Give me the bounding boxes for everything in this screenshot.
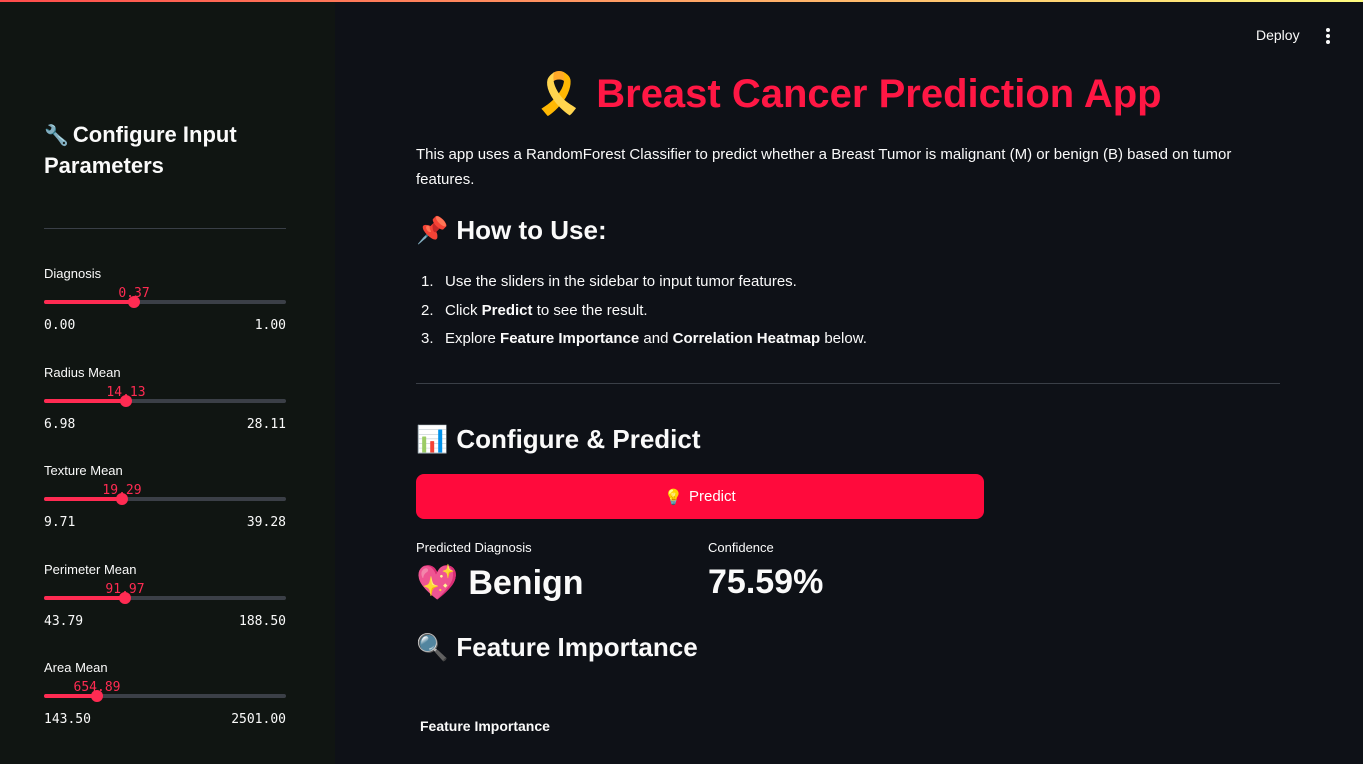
slider-label: Radius Mean — [44, 365, 121, 380]
predict-button-label: Predict — [689, 488, 736, 505]
step-text: Explore — [445, 330, 501, 347]
lightbulb-icon: 💡 — [664, 488, 683, 506]
slider-min: 6.98 — [44, 417, 76, 432]
slider-label: Perimeter Mean — [44, 562, 137, 577]
slider-max: 28.11 — [246, 417, 286, 432]
confidence-label: Confidence — [708, 540, 774, 555]
kebab-menu-icon[interactable] — [1320, 26, 1336, 46]
slider-max: 188.50 — [239, 614, 286, 629]
step-bold-text: Feature Importance — [500, 330, 640, 347]
slider-thumb[interactable] — [119, 592, 131, 604]
how-to-heading-text: How to Use: — [456, 215, 607, 245]
slider-fill — [44, 497, 122, 501]
slider-thumb[interactable] — [91, 690, 103, 702]
diagnosis-metric: Predicted Diagnosis 💖 Benign — [416, 540, 584, 603]
how-to-steps: 1. Use the sliders in the sidebar to inpu… — [416, 268, 1280, 354]
wrench-icon: 🔧 — [44, 125, 69, 147]
slider-fill — [44, 399, 126, 403]
step-text: and — [639, 330, 673, 347]
slider-thumb[interactable] — [116, 493, 128, 505]
page-title: 🎗️ Breast Cancer Prediction App — [416, 70, 1280, 117]
slider-diagnosis[interactable]: Diagnosis 0.37 0.00 1.00 — [44, 266, 286, 346]
slider-track[interactable] — [44, 690, 286, 702]
slider-min: 0.00 — [44, 318, 76, 333]
list-item: 1. Use the sliders in the sidebar to inpu… — [416, 268, 1280, 297]
step-bold-text: Correlation Heatmap — [672, 330, 821, 347]
list-item: 2. Click Predict to see the result. — [416, 297, 1280, 326]
configure-heading: 📊 Configure & Predict — [416, 424, 701, 455]
slider-label: Diagnosis — [44, 266, 102, 281]
step-text: Click — [445, 301, 482, 319]
confidence-value: 75.59% — [708, 563, 824, 601]
sidebar-title-text: Configure Input Parameters — [44, 122, 237, 178]
step-text: to see the result. — [532, 301, 648, 319]
step-number: 3. — [421, 330, 434, 347]
slider-track[interactable] — [44, 592, 286, 604]
slider-texture-mean[interactable]: Texture Mean 19.29 9.71 39.28 — [44, 463, 286, 543]
diagnosis-label: Predicted Diagnosis — [416, 540, 532, 555]
ribbon-icon: 🎗️ — [534, 72, 585, 116]
slider-min: 43.79 — [44, 614, 84, 629]
confidence-metric: Confidence 75.59% — [708, 540, 823, 602]
feature-importance-heading: 🔍 Feature Importance — [416, 632, 698, 663]
configure-heading-text: Configure & Predict — [456, 424, 701, 454]
page-title-text: Breast Cancer Prediction App — [596, 72, 1162, 116]
slider-max: 1.00 — [254, 318, 286, 333]
sidebar-divider — [44, 228, 286, 229]
slider-min: 9.71 — [44, 515, 76, 530]
section-divider — [416, 383, 1280, 384]
feature-importance-chart-title: Feature Importance — [420, 718, 550, 734]
feature-importance-heading-text: Feature Importance — [456, 632, 698, 662]
app-description: This app uses a RandomForest Classifier … — [416, 146, 1232, 188]
step-number: 2. — [421, 301, 434, 319]
slider-track[interactable] — [44, 395, 286, 407]
slider-track[interactable] — [44, 296, 286, 308]
sparkling-heart-icon: 💖 — [416, 564, 459, 602]
step-text: below. — [820, 330, 867, 347]
slider-area-mean[interactable]: Area Mean 654.89 143.50 2501.00 — [44, 660, 286, 740]
diagnosis-value: 💖 Benign — [416, 563, 584, 603]
how-to-heading: 📌 How to Use: — [416, 215, 607, 246]
sidebar-title: 🔧 Configure Input Parameters — [44, 120, 304, 180]
step-number: 1. — [421, 273, 434, 290]
slider-fill — [44, 596, 125, 600]
slider-thumb[interactable] — [120, 395, 132, 407]
step-text: Use the sliders in the sidebar to input … — [445, 273, 797, 290]
slider-radius-mean[interactable]: Radius Mean 14.13 6.98 28.11 — [44, 365, 286, 445]
step-bold-text: Predict — [481, 301, 533, 319]
slider-fill — [44, 300, 134, 304]
list-item: 3. Explore Feature Importance and Correla… — [416, 325, 1280, 354]
slider-max: 2501.00 — [231, 712, 286, 727]
sidebar: 🔧 Configure Input Parameters Diagnosis 0.3… — [0, 2, 335, 764]
slider-label: Texture Mean — [44, 463, 123, 478]
slider-fill — [44, 694, 97, 698]
bar-chart-icon: 📊 — [416, 424, 449, 454]
slider-track[interactable] — [44, 493, 286, 505]
slider-perimeter-mean[interactable]: Perimeter Mean 91.97 43.79 188.50 — [44, 562, 286, 642]
slider-min: 143.50 — [44, 712, 91, 727]
slider-max: 39.28 — [246, 515, 286, 530]
diagnosis-value-text: Benign — [468, 564, 584, 602]
magnifier-icon: 🔍 — [416, 632, 449, 662]
deploy-button[interactable]: Deploy — [1256, 27, 1300, 43]
slider-label: Area Mean — [44, 660, 108, 675]
slider-thumb[interactable] — [128, 296, 140, 308]
predict-button[interactable]: 💡 Predict — [416, 474, 984, 519]
pushpin-icon: 📌 — [416, 215, 449, 245]
